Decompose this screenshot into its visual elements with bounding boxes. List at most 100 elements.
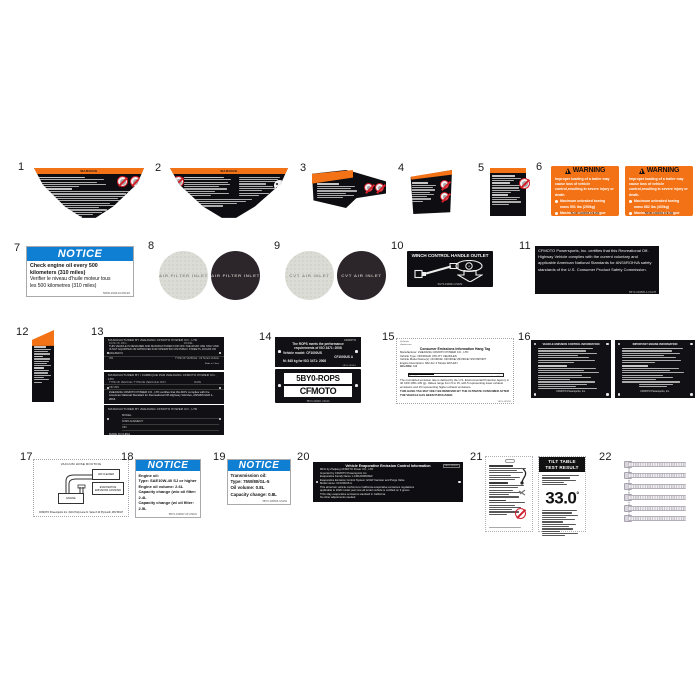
- decal-13-vin-plates[interactable]: MANUFACTURED BY ZHEJIANG CFMOTO POWER CO…: [104, 337, 224, 437]
- warning-header-bar-5: [490, 168, 526, 173]
- decal-2-text-block: [173, 176, 285, 208]
- decal-16a-text-block: [534, 346, 608, 390]
- decal-1-operation-warning[interactable]: WARNING: [34, 168, 144, 220]
- callout-number-4: 4: [398, 162, 405, 174]
- decal-7-shell: NOTICE Check engine oil every 500 kilome…: [26, 246, 134, 297]
- decal-13-plate-1[interactable]: MANUFACTURED BY ZHEJIANG CFMOTO POWER CO…: [104, 337, 224, 370]
- callout-number-19: 19: [213, 451, 226, 463]
- tilt-table-value-row: 33.0°: [542, 487, 582, 508]
- decal-17-title: VACUUM HOSE ROUTING: [60, 462, 102, 466]
- warning-circle-2: [375, 183, 384, 192]
- decal-20-line-9: No other adjustments needed: [320, 496, 356, 499]
- cable-tie-3[interactable]: [628, 484, 686, 489]
- decal-18-engine-oil-spec[interactable]: NOTICE Engine oil: Type: SAE10W-40 SJ or…: [135, 459, 201, 519]
- decal-9-light[interactable]: CVT AIR INLET: [285, 251, 334, 300]
- decal-8-light[interactable]: AIR FILTER INLET: [159, 251, 208, 300]
- warning-header-6b: WARNING: [625, 166, 693, 176]
- decal-15-part-number: 5BY0-190910: [497, 400, 511, 403]
- decal-17-vacuum-routing[interactable]: VACUUM HOSE ROUTING AIR CLEANER EVAPORAT…: [33, 459, 129, 517]
- vac-box-engine: ENGINE: [58, 493, 84, 504]
- decal-3-bowtie-warning[interactable]: [312, 170, 386, 208]
- decal-21-safety-hangtag[interactable]: [485, 456, 533, 532]
- callout-number-2: 2: [155, 162, 162, 174]
- notice-header-bar-19: NOTICE: [228, 460, 290, 471]
- decal-19-transmission-oil-spec[interactable]: NOTICE Transmission oil: Type: 75W/80/GL…: [227, 459, 291, 505]
- decal-14-rops-plate[interactable]: CFMOTO The ROPS meets the performance re…: [275, 337, 361, 403]
- decal-13-plate-2-note: ZHEJIANG CFMOTO POWER CO., LTD certifies…: [109, 389, 214, 402]
- callout-number-20: 20: [297, 451, 310, 463]
- decal-5-tall-warning[interactable]: [490, 168, 530, 216]
- decal-13-plate-1-origin: Made in China: [204, 362, 219, 365]
- notice-header-bar-7: NOTICE: [27, 247, 133, 261]
- decal-14-badge-code-box: 5BY0-ROPS: [284, 373, 352, 384]
- hangtag-pictogram-group: [518, 468, 527, 496]
- decal-12-vertical-warning[interactable]: [32, 330, 54, 402]
- decal-4-trapezoid-warning[interactable]: [408, 170, 452, 214]
- decal-6b-trailer-warning[interactable]: WARNING Improper loading of a trailer ma…: [625, 166, 693, 216]
- down-arrow-icon: [457, 270, 483, 282]
- decal-7-line-2: kilometers (310 miles): [30, 269, 86, 276]
- decal-21-hangtags[interactable]: TILT TABLE TEST RESULT 33.0°: [485, 456, 586, 537]
- decal-15-scale-label-left: Most Clean: [409, 376, 421, 379]
- cable-tie-4[interactable]: [628, 495, 686, 500]
- decal-21-tilt-table-tag[interactable]: TILT TABLE TEST RESULT 33.0°: [538, 456, 586, 537]
- part-22-cable-ties[interactable]: [620, 459, 686, 522]
- rivet-icon: [690, 342, 693, 345]
- decal-8-dark-text: AIR FILTER INLET: [211, 273, 260, 278]
- decal-6-trailer-warning-pair[interactable]: WARNING Improper loading of a trailer ma…: [551, 166, 693, 216]
- cable-tie-5[interactable]: [628, 506, 686, 511]
- rivet-icon: [355, 384, 358, 387]
- cable-tie-1[interactable]: [628, 462, 686, 467]
- callout-number-14: 14: [259, 331, 272, 343]
- decal-14-rops-badge[interactable]: 5BY0-ROPS CFMOTO 5BY0-190901 US190: [275, 369, 361, 403]
- decal-6b-body: Improper loading of a trailer may cause …: [625, 176, 693, 216]
- decal-15-scale-label-right: Least Clean: [491, 376, 503, 379]
- decal-15-note: The normalized emission rate is defined …: [400, 377, 509, 389]
- decal-20-evap-emission[interactable]: Vehicle Evaporative Emission Control Inf…: [313, 462, 463, 502]
- decal-14-line-5: M: 845 kg for ISO 3471: 2008: [283, 359, 327, 364]
- degree-symbol-icon: °: [576, 492, 579, 500]
- decal-16-emission-control-plates[interactable]: VEHICLE EMISSION CONTROL INFORMATION CFM…: [531, 340, 695, 398]
- cable-tie-2[interactable]: [628, 473, 686, 478]
- decal-12-text-block: [34, 345, 52, 384]
- decal-11-ansi-certification[interactable]: CFMOTO Powersports, Inc. certifies that …: [535, 246, 659, 294]
- decal-16a-footer: CFMOTO Powersports, Inc.: [556, 390, 586, 393]
- tilt-header-line-2: TEST RESULT: [545, 464, 579, 470]
- decal-18-line-2: Type: SAE10W-40 SJ or higher: [138, 478, 197, 484]
- decal-3-shell: [312, 170, 386, 208]
- decal-7-body: Check engine oil every 500 kilometers (3…: [27, 261, 133, 291]
- decal-16b-footer: CFMOTO Powersports, Inc.: [640, 390, 670, 393]
- decal-15-emission-hangtag[interactable]: @cfmoto cfmoto.com Consumer Emissions Inf…: [396, 338, 514, 404]
- decal-16b-plate[interactable]: IMPORTANT ENGINE INFORMATION CFMOTO Powe…: [615, 340, 695, 398]
- decal-18-shell: NOTICE Engine oil: Type: SAE10W-40 SJ or…: [135, 459, 201, 519]
- decal-14-badge-part-number: 5BY0-190901 US190: [306, 399, 330, 403]
- callout-number-5: 5: [478, 162, 485, 174]
- callout-number-12: 12: [16, 326, 29, 338]
- rivet-icon: [355, 350, 358, 353]
- decal-5-shell: [490, 168, 530, 216]
- notice-header-text-7: NOTICE: [57, 248, 103, 260]
- decal-8-dark[interactable]: AIR FILTER INLET: [211, 251, 260, 300]
- decal-13-plate-3[interactable]: MANUFACTURED BY ZHEJIANG CFMOTO POWER CO…: [104, 405, 224, 437]
- decal-6a-trailer-warning[interactable]: WARNING Improper loading of a trailer ma…: [551, 166, 619, 216]
- warning-header-text-2: WARNING: [220, 169, 238, 173]
- decal-14-badge-code: 5BY0-ROPS: [296, 374, 340, 383]
- decal-10-winch-outlet[interactable]: WINCH CONTROL HANDLE OUTLET + 5HY0-19092…: [407, 251, 493, 287]
- decal-13-plate-3-origin: MADE IN CHINA: [109, 432, 131, 437]
- cable-tie-6[interactable]: [628, 516, 686, 521]
- decal-14-badge-brand-box: CFMOTO: [284, 385, 352, 397]
- decal-13-plate-2[interactable]: MANUFACTURED BY / FABRIQUE PAR ZHEJIANG …: [104, 371, 224, 404]
- rivet-icon: [457, 480, 461, 484]
- decal-3-text-block: [317, 182, 361, 199]
- decal-8-air-filter-inlet-pair[interactable]: AIR FILTER INLET AIR FILTER INLET: [159, 251, 260, 300]
- decal-16a-plate[interactable]: VEHICLE EMISSION CONTROL INFORMATION CFM…: [531, 340, 611, 398]
- decal-9-cvt-air-inlet-pair[interactable]: CVT AIR INLET CVT AIR INLET: [285, 251, 386, 300]
- decal-13-plate-2-header: MANUFACTURED BY / FABRIQUE PAR ZHEJIANG …: [108, 372, 217, 381]
- decal-7-engine-oil-notice[interactable]: NOTICE Check engine oil every 500 kilome…: [26, 246, 134, 297]
- decal-7-line-4: les 500 kilometres (310 miles): [30, 282, 97, 289]
- callout-number-18: 18: [121, 451, 134, 463]
- decal-2-operation-warning[interactable]: WARNING: [170, 168, 288, 220]
- decal-18-body: Engine oil: Type: SAE10W-40 SJ or higher…: [136, 471, 200, 513]
- decal-14-rops-text-plate[interactable]: CFMOTO The ROPS meets the performance re…: [275, 337, 361, 367]
- decal-9-dark[interactable]: CVT AIR INLET: [337, 251, 386, 300]
